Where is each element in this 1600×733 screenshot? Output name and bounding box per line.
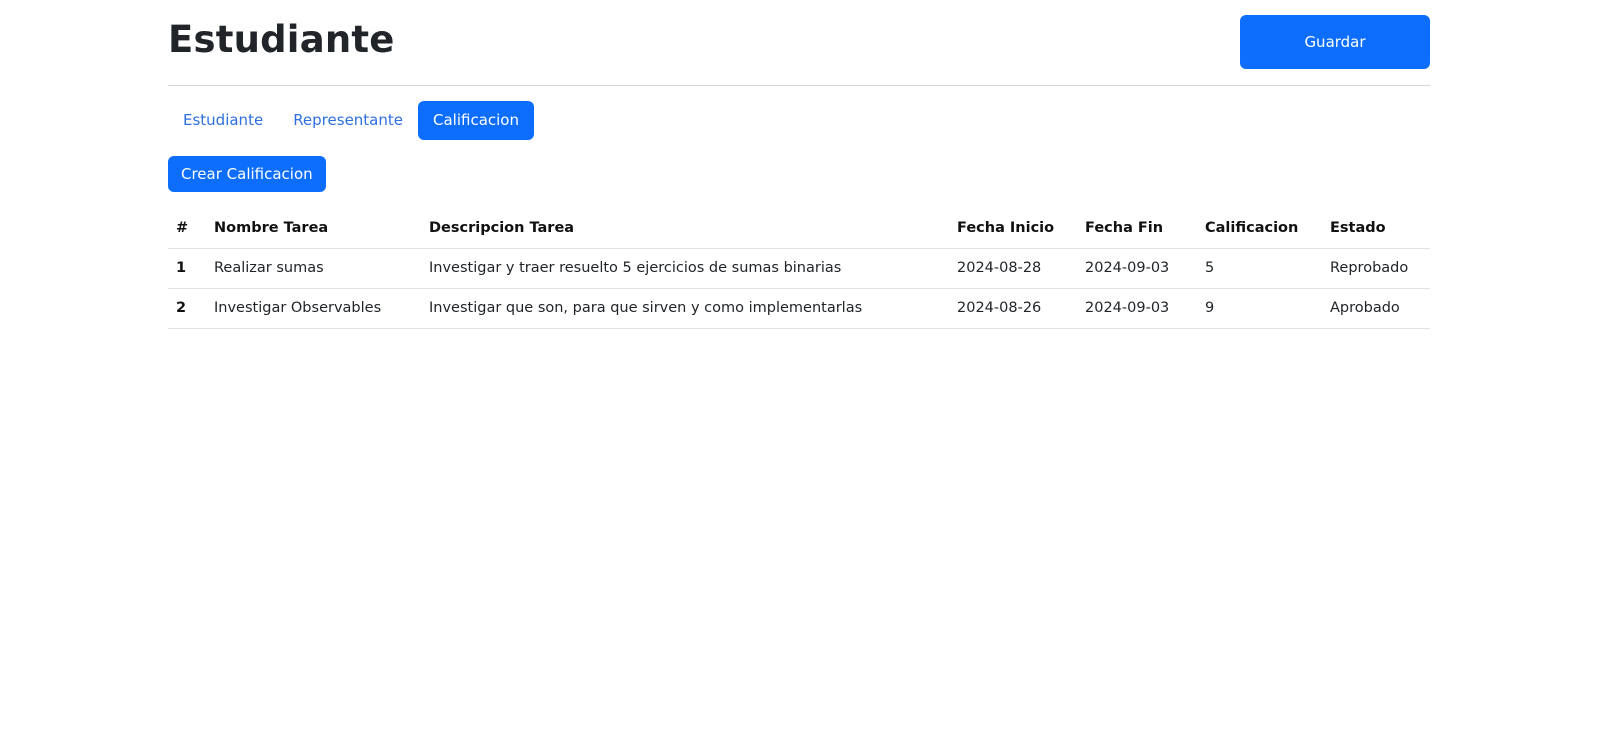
table-header-row: # Nombre Tarea Descripcion Tarea Fecha I…: [168, 208, 1430, 249]
tab-representante[interactable]: Representante: [278, 101, 418, 140]
page-header: Estudiante Guardar: [168, 0, 1430, 86]
column-header-grade: Calificacion: [1197, 208, 1322, 249]
task-name-cell: Realizar sumas: [206, 248, 421, 289]
table-row: 2 Investigar Observables Investigar que …: [168, 288, 1430, 329]
tab-estudiante[interactable]: Estudiante: [168, 101, 278, 140]
task-description-cell: Investigar y traer resuelto 5 ejercicios…: [421, 248, 949, 289]
column-header-task-name: Nombre Tarea: [206, 208, 421, 249]
column-header-status: Estado: [1322, 208, 1430, 249]
task-description-cell: Investigar que son, para que sirven y co…: [421, 288, 949, 329]
create-grade-button[interactable]: Crear Calificacion: [168, 156, 326, 192]
status-cell: Reprobado: [1322, 248, 1430, 289]
row-number: 2: [168, 288, 206, 329]
end-date-cell: 2024-09-03: [1077, 288, 1197, 329]
save-button[interactable]: Guardar: [1240, 15, 1430, 69]
table-row: 1 Realizar sumas Investigar y traer resu…: [168, 248, 1430, 289]
status-cell: Aprobado: [1322, 288, 1430, 329]
grades-table: # Nombre Tarea Descripcion Tarea Fecha I…: [168, 208, 1430, 329]
start-date-cell: 2024-08-28: [949, 248, 1077, 289]
tab-bar: Estudiante Representante Calificacion: [168, 101, 534, 140]
column-header-task-description: Descripcion Tarea: [421, 208, 949, 249]
grade-cell: 9: [1197, 288, 1322, 329]
tab-calificacion[interactable]: Calificacion: [418, 101, 534, 140]
page-title: Estudiante: [168, 18, 395, 61]
page-container: Estudiante Guardar Estudiante Representa…: [168, 0, 1430, 329]
end-date-cell: 2024-09-03: [1077, 248, 1197, 289]
row-number: 1: [168, 248, 206, 289]
column-header-number: #: [168, 208, 206, 249]
grade-cell: 5: [1197, 248, 1322, 289]
start-date-cell: 2024-08-26: [949, 288, 1077, 329]
column-header-end-date: Fecha Fin: [1077, 208, 1197, 249]
column-header-start-date: Fecha Inicio: [949, 208, 1077, 249]
task-name-cell: Investigar Observables: [206, 288, 421, 329]
